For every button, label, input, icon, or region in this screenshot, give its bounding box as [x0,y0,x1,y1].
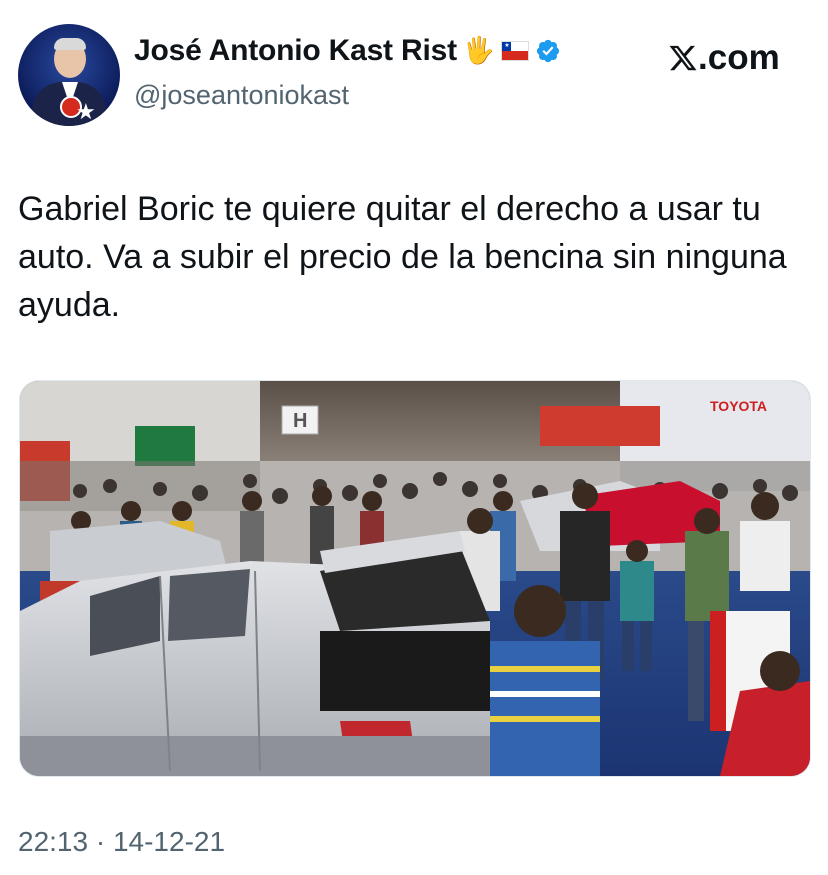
svg-text:TOYOTA: TOYOTA [710,398,767,414]
tweet-photo[interactable]: TOYOTA H [19,380,811,777]
author-row: José Antonio Kast Rist 🖐 ★ [134,34,561,68]
svg-text:H: H [293,410,307,432]
x-icon [669,45,697,71]
sign-honda: H [293,410,307,432]
raised-hand-icon: 🖐 [462,36,496,66]
tweet-timestamp[interactable]: 22:13 · 14-12-21 [18,826,225,858]
author-name[interactable]: José Antonio Kast Rist [134,34,457,68]
avatar-hair [54,38,86,50]
x-logo-text: .com [698,38,780,77]
avatar[interactable]: ★ [18,24,120,126]
star-icon: ★ [76,100,96,125]
tweet-text: Gabriel Boric te quiere quitar el derech… [18,190,787,324]
author-handle[interactable]: @joseantoniokast [134,80,349,111]
car-show-photo: TOYOTA H [20,381,810,776]
verified-badge-icon [537,39,560,63]
sign-toyota: TOYOTA [710,398,767,414]
chile-flag-icon: ★ [501,41,530,61]
x-logo: .com [668,38,780,78]
